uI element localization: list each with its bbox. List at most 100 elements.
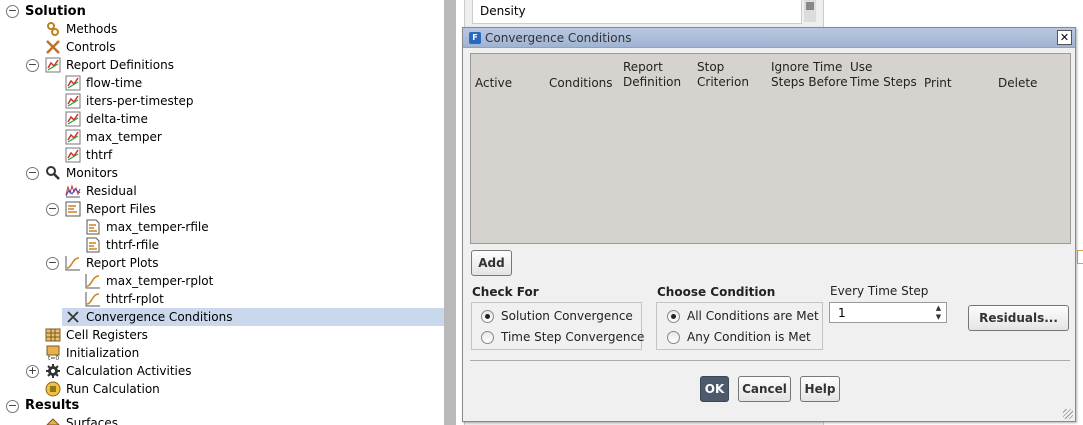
residuals-button[interactable]: Residuals... [968,305,1069,331]
radio-all-conditions-met[interactable]: All Conditions are Met [667,309,819,323]
header-line: Ignore Time [771,60,843,74]
spin-up-icon[interactable]: ▲ [934,304,943,312]
tree-label: Initialization [66,346,140,360]
tree-item-thtrf[interactable]: thtrf [65,146,112,164]
radio-solution-convergence[interactable]: Solution Convergence [481,309,633,323]
report-definition-icon [65,75,81,91]
gear-icon [45,363,61,379]
tree-label: Solution [25,4,86,19]
radio-label: Time Step Convergence [501,330,645,344]
tree-item-surfaces[interactable]: Surfaces [45,414,118,425]
column-header-active: Active [475,76,513,90]
collapse-toggle-report-definitions[interactable]: − [26,59,39,72]
tree-item-delta-time[interactable]: delta-time [65,110,148,128]
tree-label: Surfaces [66,416,118,425]
tree-item-max-temper[interactable]: max_temper [65,128,162,146]
run-calculation-icon [45,381,61,397]
tree-item-flow-time[interactable]: flow-time [65,74,142,92]
collapse-toggle-solution[interactable]: − [6,5,19,18]
column-header-print: Print [924,76,952,90]
tree-label: max_temper-rplot [106,274,214,288]
tree-item-controls[interactable]: Controls [45,38,116,56]
header-line: Criterion [697,75,749,89]
collapse-toggle-monitors[interactable]: − [26,167,39,180]
tree-item-thtrf-rfile[interactable]: thtrf-rfile [85,236,159,254]
radio-any-condition-met[interactable]: Any Condition is Met [667,330,811,344]
every-time-step-spinner[interactable]: 1 ▲ ▼ [829,302,947,323]
tree-item-iters-per-timestep[interactable]: iters-per-timestep [65,92,194,110]
scroll-up-arrow-icon[interactable] [806,2,814,10]
cell-registers-icon [45,327,61,343]
collapse-toggle-results[interactable]: − [6,400,19,413]
tree-item-methods[interactable]: Methods [45,20,117,38]
tree-label: Cell Registers [66,328,148,342]
svg-text:t=0: t=0 [48,355,59,361]
close-button[interactable]: ✕ [1057,30,1072,45]
choose-condition-label: Choose Condition [657,285,776,299]
pane-divider[interactable] [444,0,456,425]
tree-label: iters-per-timestep [86,94,194,108]
tree-item-results[interactable]: Results [25,397,79,415]
tree-item-thtrf-rplot[interactable]: thtrf-rplot [85,290,164,308]
radio-time-step-convergence[interactable]: Time Step Convergence [481,330,644,344]
tree-item-report-files[interactable]: Report Files [65,200,156,218]
tree-label: Residual [86,184,137,198]
panel-scrollbar[interactable] [804,0,816,22]
column-header-delete: Delete [998,76,1038,90]
collapse-toggle-report-plots[interactable]: − [46,257,59,270]
tree-item-report-definitions[interactable]: Report Definitions [45,56,174,74]
tree-label: Controls [66,40,116,54]
add-button[interactable]: Add [471,250,512,276]
dialog-titlebar[interactable]: F Convergence Conditions ✕ [463,28,1075,48]
tree-item-monitors[interactable]: Monitors [45,164,118,182]
tree-item-run-calculation[interactable]: Run Calculation [45,380,160,398]
tree-label: Results [25,398,80,413]
report-definitions-icon [45,57,61,73]
header-line: Stop [697,60,725,74]
conditions-table[interactable]: Active Conditions Report Definition Stop… [470,53,1071,244]
report-plot-icon [85,291,101,307]
ok-button[interactable]: OK [700,376,729,402]
radio-button-icon [667,309,680,323]
edge-tab[interactable] [1077,250,1083,264]
density-field[interactable]: Density [472,0,802,24]
radio-label: Any Condition is Met [687,330,811,344]
fluent-app-icon: F [469,31,481,44]
tree-label: max_temper [86,130,162,144]
header-line: Definition [623,75,682,89]
tree-item-report-plots[interactable]: Report Plots [65,254,158,272]
cancel-button[interactable]: Cancel [738,376,791,402]
tree-item-solution[interactable]: Solution [25,3,86,21]
tree-label: Report Definitions [66,58,174,72]
expand-toggle-calculation-activities[interactable]: + [26,365,39,378]
resize-grip-icon[interactable] [1063,409,1073,419]
tree-item-calculation-activities[interactable]: Calculation Activities [45,362,192,380]
spin-down-icon[interactable]: ▼ [934,313,943,321]
help-button[interactable]: Help [800,376,840,402]
tree-item-max-temper-rfile[interactable]: max_temper-rfile [85,218,209,236]
tree-item-residual[interactable]: Residual [65,182,137,200]
surfaces-icon [45,415,61,425]
tree-label: thtrf-rfile [106,238,160,252]
convergence-icon [65,309,81,325]
tree-label: max_temper-rfile [106,220,209,234]
tree-label: Monitors [66,166,118,180]
tree-item-convergence-conditions[interactable]: Convergence Conditions [62,308,444,326]
header-line: Report [623,60,663,74]
collapse-toggle-report-files[interactable]: − [46,203,59,216]
check-for-label: Check For [472,285,539,299]
tree-label: flow-time [86,76,143,90]
outline-tree: − Solution Methods Controls − Report Def… [0,0,444,425]
report-definition-icon [65,147,81,163]
tree-item-max-temper-rplot[interactable]: max_temper-rplot [85,272,213,290]
report-file-icon [65,201,81,217]
dialog-title: Convergence Conditions [485,30,632,45]
header-line: Time Steps [850,75,917,89]
header-line: Use [850,60,873,74]
tree-label: Calculation Activities [66,364,192,378]
magnifier-icon [45,165,61,181]
column-header-ignore-time-steps-before: Ignore Time Steps Before [771,60,848,90]
tree-item-initialization[interactable]: t=0 Initialization [45,344,139,362]
tree-item-cell-registers[interactable]: Cell Registers [45,326,148,344]
report-plot-icon [85,273,101,289]
